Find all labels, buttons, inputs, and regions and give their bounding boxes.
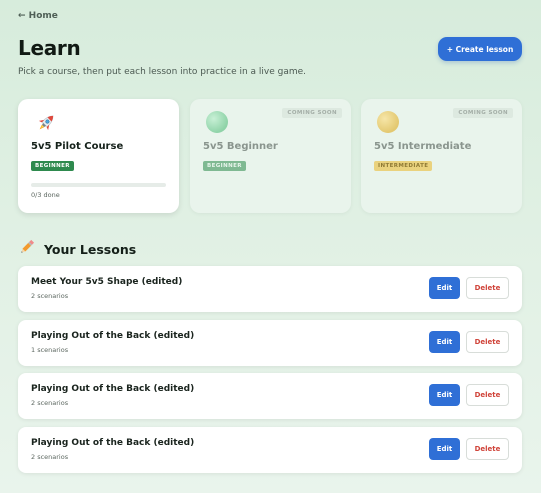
yellow-ball-icon (377, 111, 399, 133)
edit-button[interactable]: Edit (429, 384, 460, 406)
level-badge: BEGINNER (203, 161, 246, 171)
lesson-title: Playing Out of the Back (edited) (31, 331, 195, 341)
rocket-icon (34, 111, 56, 133)
lesson-row: Meet Your 5v5 Shape (edited) 2 scenarios… (18, 266, 522, 312)
course-title: 5v5 Pilot Course (31, 141, 124, 152)
course-title: 5v5 Intermediate (374, 141, 472, 152)
lesson-scenario-count: 2 scenarios (31, 399, 69, 407)
create-lesson-button[interactable]: + Create lesson (438, 37, 522, 61)
lessons-section-header: Your Lessons (18, 238, 137, 260)
lesson-scenario-count: 2 scenarios (31, 453, 69, 461)
coming-soon-badge: COMING SOON (282, 108, 342, 118)
edit-button[interactable]: Edit (429, 438, 460, 460)
delete-button[interactable]: Delete (466, 384, 509, 406)
lesson-title: Playing Out of the Back (edited) (31, 384, 195, 394)
coming-soon-badge: COMING SOON (453, 108, 513, 118)
course-card-beginner: COMING SOON 5v5 Beginner BEGINNER (190, 99, 351, 213)
lesson-title: Playing Out of the Back (edited) (31, 438, 195, 448)
back-home-link[interactable]: ← Home (18, 11, 58, 21)
delete-button[interactable]: Delete (466, 331, 509, 353)
edit-button[interactable]: Edit (429, 331, 460, 353)
course-title: 5v5 Beginner (203, 141, 278, 152)
lesson-row: Playing Out of the Back (edited) 2 scena… (18, 427, 522, 473)
lesson-row: Playing Out of the Back (edited) 2 scena… (18, 373, 522, 419)
pencil-icon (18, 238, 36, 260)
level-badge: BEGINNER (31, 161, 74, 171)
progress-bar (31, 183, 166, 187)
page-title: Learn (18, 36, 81, 60)
lesson-scenario-count: 1 scenarios (31, 346, 69, 354)
course-card-intermediate: COMING SOON 5v5 Intermediate INTERMEDIAT… (361, 99, 522, 213)
lesson-row: Playing Out of the Back (edited) 1 scena… (18, 320, 522, 366)
level-badge: INTERMEDIATE (374, 161, 433, 171)
delete-button[interactable]: Delete (466, 277, 509, 299)
green-ball-icon (206, 111, 228, 133)
edit-button[interactable]: Edit (429, 277, 460, 299)
page-subtitle: Pick a course, then put each lesson into… (18, 67, 307, 77)
lesson-scenario-count: 2 scenarios (31, 292, 69, 300)
progress-text: 0/3 done (31, 191, 60, 199)
course-card-pilot[interactable]: 5v5 Pilot Course BEGINNER 0/3 done (18, 99, 179, 213)
lesson-title: Meet Your 5v5 Shape (edited) (31, 277, 183, 287)
delete-button[interactable]: Delete (466, 438, 509, 460)
section-title: Your Lessons (44, 241, 137, 257)
